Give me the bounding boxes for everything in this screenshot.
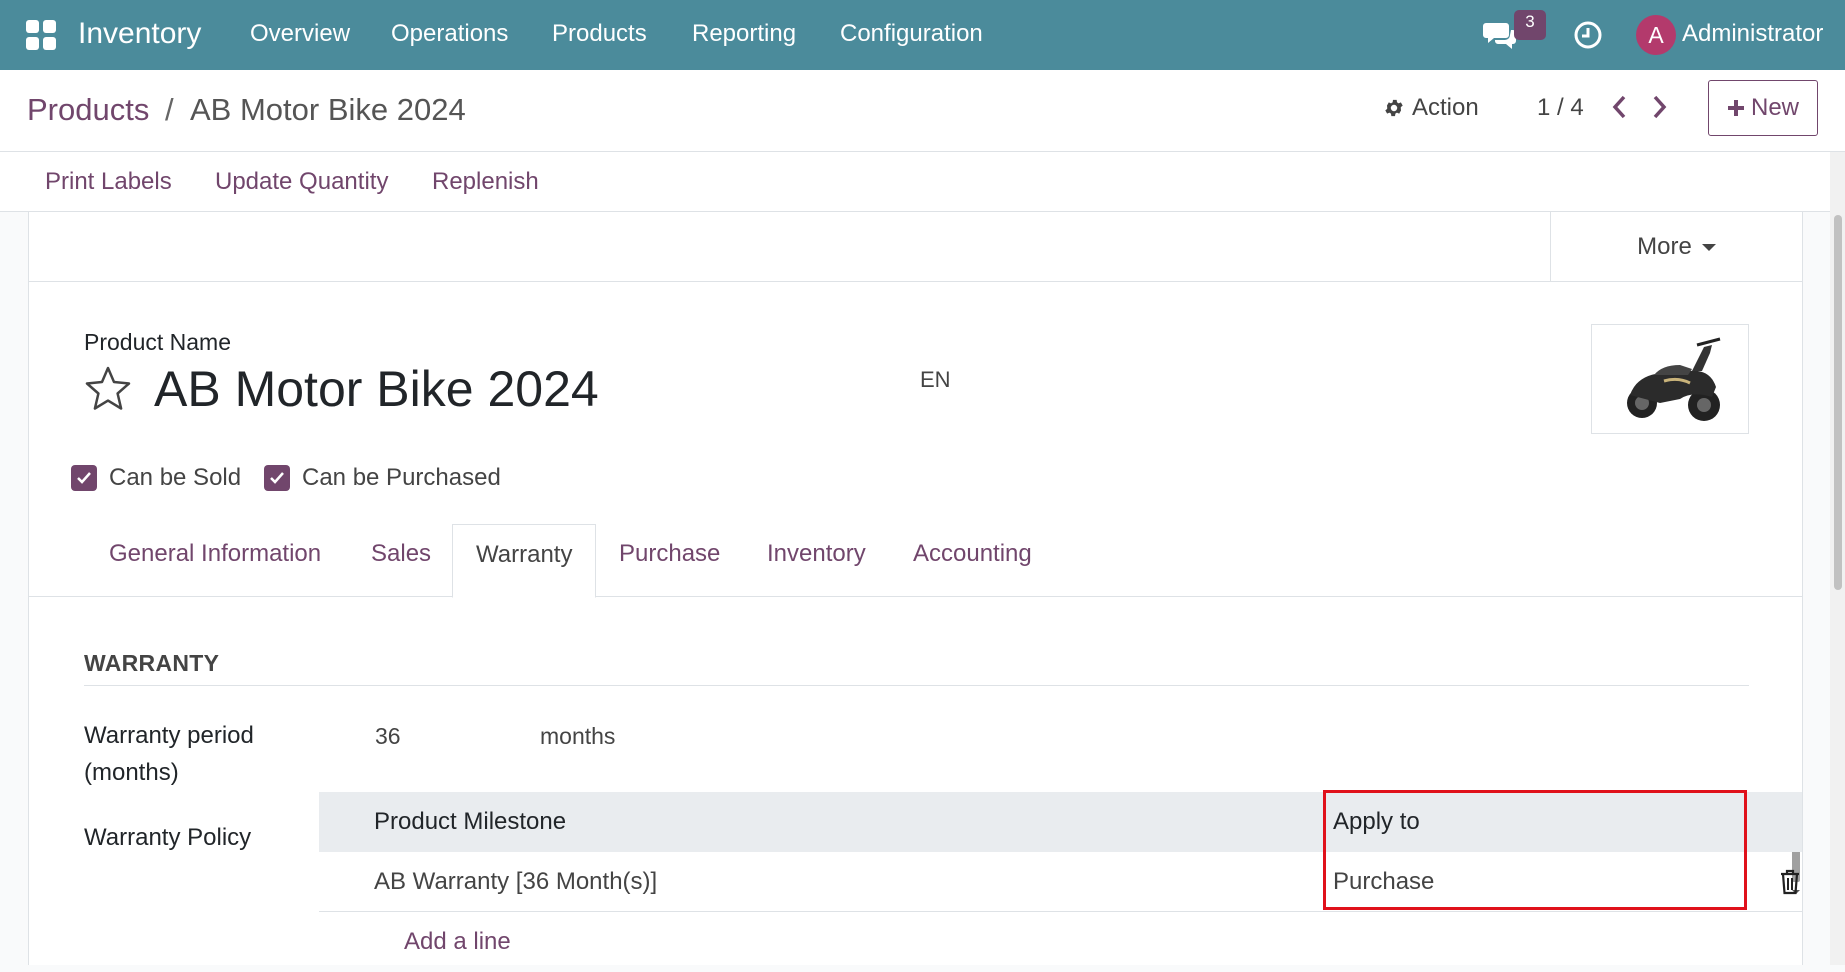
can-be-purchased-label: Can be Purchased bbox=[302, 464, 501, 491]
milestone-cell[interactable]: AB Warranty [36 Month(s)] bbox=[374, 868, 657, 896]
replenish-button[interactable]: Replenish bbox=[432, 168, 539, 196]
column-product-milestone[interactable]: Product Milestone bbox=[374, 808, 566, 836]
warranty-period-label-line2: (months) bbox=[84, 759, 179, 786]
chevron-left-icon[interactable] bbox=[1608, 94, 1632, 120]
warranty-period-unit: months bbox=[540, 723, 616, 749]
user-name[interactable]: Administrator bbox=[1682, 20, 1823, 48]
apply-to-highlight-box bbox=[1323, 790, 1747, 910]
tab-warranty[interactable]: Warranty bbox=[452, 524, 597, 598]
can-be-purchased-checkbox[interactable]: Can be Purchased bbox=[264, 464, 501, 492]
status-bar: More bbox=[29, 212, 1802, 282]
warranty-period-label-line1: Warranty period bbox=[84, 722, 254, 749]
activity-clock-icon[interactable] bbox=[1573, 20, 1603, 50]
checkbox-checked-icon bbox=[71, 465, 97, 491]
add-a-line-link[interactable]: Add a line bbox=[404, 928, 511, 956]
star-icon[interactable] bbox=[83, 364, 133, 414]
control-panel: Products / AB Motor Bike 2024 Action 1 /… bbox=[0, 70, 1845, 152]
update-quantity-button[interactable]: Update Quantity bbox=[215, 168, 388, 196]
app-name[interactable]: Inventory bbox=[78, 17, 201, 51]
breadcrumb-products[interactable]: Products bbox=[27, 92, 149, 128]
gear-icon bbox=[1385, 99, 1403, 117]
checkbox-checked-icon bbox=[264, 465, 290, 491]
menu-products[interactable]: Products bbox=[552, 20, 647, 48]
warranty-policy-label: Warranty Policy bbox=[84, 824, 252, 851]
tab-accounting[interactable]: Accounting bbox=[913, 540, 1032, 568]
menu-reporting[interactable]: Reporting bbox=[692, 20, 796, 48]
menu-overview[interactable]: Overview bbox=[250, 20, 350, 48]
record-pager[interactable]: 1 / 4 bbox=[1537, 94, 1584, 122]
section-divider bbox=[84, 685, 1749, 686]
breadcrumb-separator: / bbox=[165, 92, 174, 127]
can-be-sold-label: Can be Sold bbox=[109, 464, 242, 491]
more-label: More bbox=[1637, 233, 1692, 260]
product-name-label: Product Name bbox=[84, 329, 232, 355]
warranty-period-label: Warranty period (months) bbox=[84, 717, 254, 791]
notebook-tabs: General Information Sales Warranty Purch… bbox=[29, 524, 1802, 894]
form-action-bar: Print Labels Update Quantity Replenish bbox=[0, 152, 1830, 212]
can-be-sold-checkbox[interactable]: Can be Sold bbox=[71, 464, 241, 492]
more-dropdown[interactable]: More bbox=[1550, 212, 1802, 282]
language-selector[interactable]: EN bbox=[920, 367, 951, 393]
caret-down-icon bbox=[1701, 243, 1716, 251]
trash-icon[interactable] bbox=[1779, 869, 1801, 895]
messages-icon[interactable] bbox=[1483, 18, 1517, 52]
print-labels-button[interactable]: Print Labels bbox=[45, 168, 172, 196]
breadcrumb-current: AB Motor Bike 2024 bbox=[190, 92, 466, 127]
menu-operations[interactable]: Operations bbox=[391, 20, 508, 48]
app-menu-icon[interactable] bbox=[26, 20, 56, 50]
action-menu-button[interactable]: Action bbox=[1383, 94, 1479, 122]
tab-sales[interactable]: Sales bbox=[371, 540, 431, 568]
product-image[interactable] bbox=[1591, 324, 1749, 434]
warranty-section-title: WARRANTY bbox=[84, 650, 220, 676]
plus-icon bbox=[1727, 100, 1744, 116]
add-line-row: Add a line bbox=[319, 912, 1802, 972]
product-name-field[interactable]: AB Motor Bike 2024 bbox=[154, 360, 599, 418]
new-record-button[interactable]: New bbox=[1708, 80, 1818, 136]
user-avatar[interactable]: A bbox=[1636, 15, 1676, 55]
tab-purchase[interactable]: Purchase bbox=[619, 540, 720, 568]
top-navbar: Inventory Overview Operations Products R… bbox=[0, 0, 1845, 70]
chevron-right-icon[interactable] bbox=[1647, 94, 1671, 120]
menu-configuration[interactable]: Configuration bbox=[840, 20, 983, 48]
tab-general-information[interactable]: General Information bbox=[109, 540, 321, 568]
new-label: New bbox=[1750, 94, 1799, 121]
action-label: Action bbox=[1412, 94, 1479, 121]
page-scrollbar-thumb[interactable] bbox=[1834, 215, 1842, 590]
warranty-period-input[interactable]: 36 bbox=[375, 723, 401, 750]
messages-count-badge: 3 bbox=[1514, 10, 1546, 40]
motorbike-image bbox=[1627, 337, 1721, 421]
tab-inventory[interactable]: Inventory bbox=[767, 540, 866, 568]
